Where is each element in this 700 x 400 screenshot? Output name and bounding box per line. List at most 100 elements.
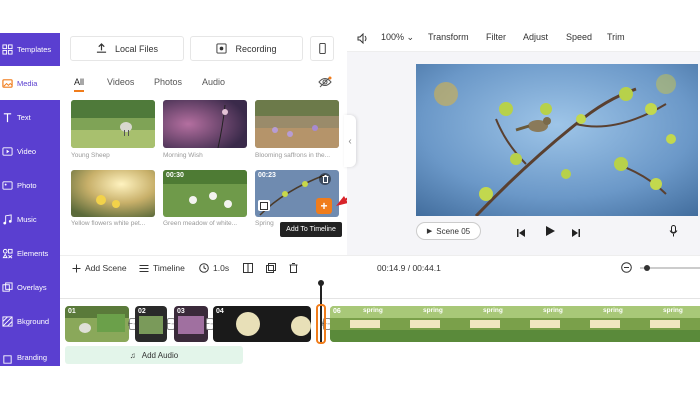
sidebar-item-media[interactable]: Media bbox=[0, 66, 60, 100]
tab-videos[interactable]: Videos bbox=[107, 77, 134, 90]
sidebar-item-label: Photo bbox=[17, 180, 37, 190]
video-icon bbox=[1, 145, 13, 157]
sidebar-item-label: Elements bbox=[17, 248, 49, 258]
spring-label: spring bbox=[663, 307, 683, 314]
branding-icon bbox=[1, 353, 13, 365]
media-caption: Green meadow of white... bbox=[163, 220, 238, 227]
skip-back-icon[interactable] bbox=[516, 225, 526, 243]
add-scene-button[interactable]: Add Scene bbox=[72, 263, 127, 273]
sidebar-item-elements[interactable]: Elements bbox=[0, 236, 60, 270]
phone-icon bbox=[318, 43, 326, 54]
spring-label: spring bbox=[603, 307, 623, 314]
timeline-clip[interactable]: 01 bbox=[65, 306, 129, 342]
video-preview bbox=[416, 64, 698, 216]
timeline-clip[interactable]: 03 bbox=[174, 306, 208, 342]
music-icon bbox=[1, 213, 13, 225]
duplicate-icon[interactable] bbox=[266, 263, 280, 273]
skip-forward-icon[interactable] bbox=[571, 225, 581, 243]
overlays-icon bbox=[1, 281, 13, 293]
timeline-clip[interactable]: 02 bbox=[135, 306, 167, 342]
add-audio-button[interactable]: ♫ Add Audio bbox=[65, 346, 243, 364]
upload-icon bbox=[96, 43, 107, 53]
sidebar-item-photo[interactable]: Photo bbox=[0, 168, 60, 202]
chevron-left-icon: ‹ bbox=[348, 135, 352, 147]
sidebar-item-music[interactable]: Music bbox=[0, 202, 60, 236]
sidebar-item-label: Overlays bbox=[17, 282, 47, 292]
add-to-timeline-tooltip: Add To Timeline bbox=[280, 222, 342, 237]
filter-button[interactable]: Filter bbox=[486, 32, 506, 42]
sidebar-item-video[interactable]: Video bbox=[0, 134, 60, 168]
clip-number: 04 bbox=[216, 308, 224, 315]
sidebar-item-label: Video bbox=[17, 146, 37, 156]
tab-audio[interactable]: Audio bbox=[202, 77, 225, 90]
timeline-toggle-button[interactable]: Timeline bbox=[139, 263, 185, 273]
zoom-slider-thumb[interactable] bbox=[644, 265, 650, 271]
duration-badge: 00:30 bbox=[166, 172, 184, 179]
microphone-icon[interactable] bbox=[669, 224, 678, 242]
clip-number: 06 bbox=[333, 308, 341, 315]
sidebar-item-branding[interactable]: Branding bbox=[0, 347, 60, 367]
tab-all[interactable]: All bbox=[74, 77, 85, 92]
sidebar-item-label: Text bbox=[17, 112, 31, 122]
sidebar-item-label: Music bbox=[17, 214, 37, 224]
clock-icon bbox=[199, 263, 209, 273]
scene-selector[interactable]: ▶ Scene 05 bbox=[416, 222, 481, 240]
sidebar-item-text[interactable]: Text bbox=[0, 100, 60, 134]
sidebar-item-label: Templates bbox=[17, 44, 52, 54]
phone-upload-button[interactable] bbox=[310, 36, 334, 61]
media-thumbnail-yellow-flowers[interactable] bbox=[71, 170, 155, 217]
adjust-button[interactable]: Adjust bbox=[523, 32, 548, 42]
volume-icon[interactable] bbox=[357, 31, 369, 49]
media-caption: Blooming saffrons in the... bbox=[255, 152, 331, 159]
timeline-ruler bbox=[60, 298, 700, 299]
timeline-clip[interactable]: 04 bbox=[213, 306, 311, 342]
clip-number: 02 bbox=[138, 308, 146, 315]
media-caption: Spring bbox=[255, 220, 274, 227]
spring-label: spring bbox=[543, 307, 563, 314]
replace-icon[interactable] bbox=[258, 200, 270, 211]
transform-button[interactable]: Transform bbox=[428, 32, 469, 42]
media-thumbnail-blooming-saffrons[interactable] bbox=[255, 100, 339, 148]
play-button[interactable] bbox=[544, 224, 556, 242]
spring-label: spring bbox=[483, 307, 503, 314]
tab-photos[interactable]: Photos bbox=[154, 77, 182, 90]
media-thumbnail-green-meadow[interactable]: 00:30 bbox=[163, 170, 247, 217]
photo-icon bbox=[1, 179, 13, 191]
spring-label: spring bbox=[363, 307, 383, 314]
zoom-out-icon[interactable] bbox=[621, 262, 636, 273]
timeline-clip[interactable]: 06 spring spring spring spring spring sp… bbox=[330, 306, 700, 342]
app-window: Templates Media Text Video Photo Music E… bbox=[0, 0, 700, 400]
media-caption: Young Sheep bbox=[71, 152, 110, 159]
plus-icon bbox=[72, 264, 81, 272]
background-icon bbox=[1, 315, 13, 327]
zoom-select[interactable]: 100% ⌄ bbox=[381, 32, 414, 43]
sidebar-item-label: Branding bbox=[17, 353, 48, 362]
trim-button[interactable]: Trim bbox=[607, 32, 625, 42]
sidebar: Templates Media Text Video Photo Music E… bbox=[0, 33, 60, 366]
delete-scene-icon[interactable] bbox=[289, 263, 302, 273]
elements-icon bbox=[1, 247, 13, 259]
media-caption: Yellow flowers white pet... bbox=[71, 220, 146, 227]
sidebar-item-templates[interactable]: Templates bbox=[0, 32, 60, 66]
split-icon[interactable] bbox=[243, 263, 257, 273]
clip-number: 01 bbox=[68, 308, 76, 315]
media-icon bbox=[1, 77, 13, 89]
duration-badge: 00:23 bbox=[258, 172, 276, 179]
media-thumbnail-young-sheep[interactable] bbox=[71, 100, 155, 148]
sidebar-item-background[interactable]: Bkground bbox=[0, 304, 60, 338]
speed-button[interactable]: Speed bbox=[566, 32, 592, 42]
duration-button[interactable]: 1.0s bbox=[199, 263, 229, 273]
time-readout: 00:14.9 / 00:44.1 bbox=[377, 263, 441, 273]
timeline-toolbar: Add Scene Timeline 1.0s 00:14.9 / 00:44.… bbox=[60, 255, 700, 279]
play-icon: ▶ bbox=[426, 228, 433, 235]
sidebar-item-overlays[interactable]: Overlays bbox=[0, 270, 60, 304]
music-note-icon: ♫ bbox=[129, 350, 136, 360]
recording-button[interactable]: Recording bbox=[190, 36, 303, 61]
hide-icon[interactable] bbox=[318, 75, 332, 93]
sidebar-item-label: Bkground bbox=[17, 316, 50, 326]
local-files-button[interactable]: Local Files bbox=[70, 36, 184, 61]
media-thumbnail-morning-wish[interactable] bbox=[163, 100, 247, 148]
record-icon bbox=[216, 43, 228, 54]
text-icon bbox=[1, 111, 13, 123]
collapse-panel-handle[interactable]: ‹ bbox=[344, 115, 356, 167]
